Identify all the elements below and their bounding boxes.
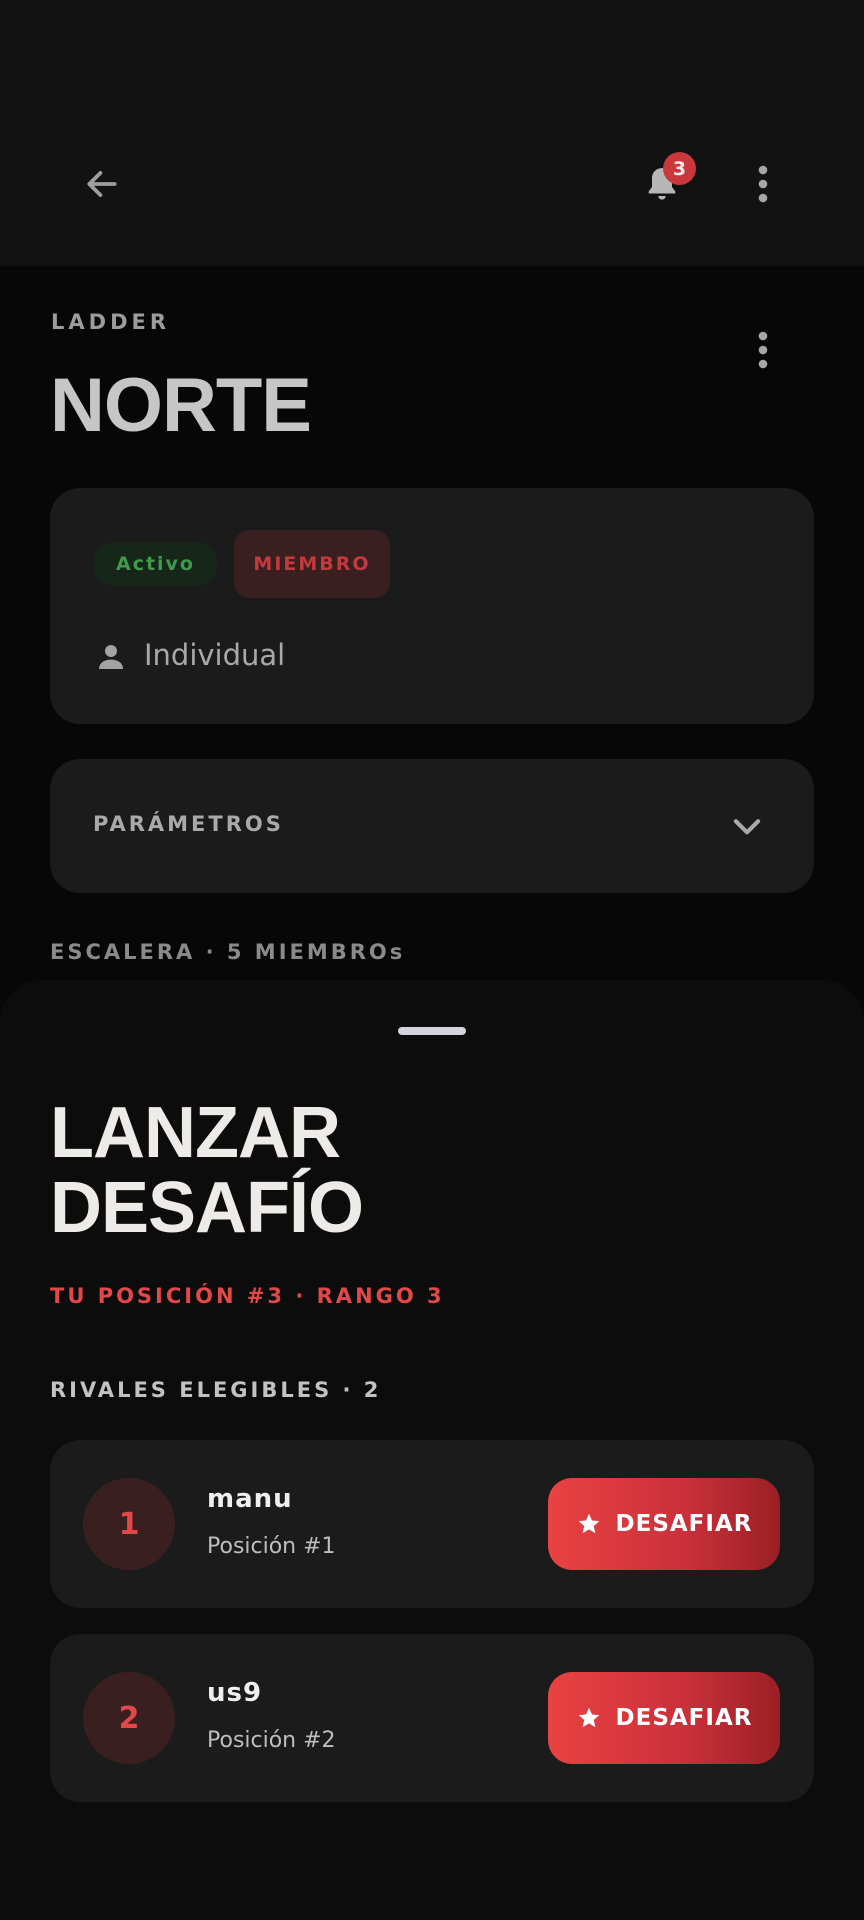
ladder-name: NORTE [50,363,312,448]
back-button[interactable] [70,152,134,216]
rival-card: 2 us9 Posición #2 DESAFIAR [50,1634,814,1802]
mode-label: Individual [144,638,286,672]
ladder-section-label: ESCALERA · 5 MIEMBROs [50,940,406,964]
rival-card: 1 manu Posición #1 DESAFIAR [50,1440,814,1608]
challenge-button[interactable]: DESAFIAR [548,1478,780,1570]
star-icon [578,1513,599,1534]
rivals-header: RIVALES ELEGIBLES · 2 [50,1378,382,1402]
sheet-title-line2: DESAFÍO [50,1168,364,1248]
sheet-title: LANZAR DESAFÍO [50,1093,364,1248]
challenge-button[interactable]: DESAFIAR [548,1672,780,1764]
ladder-more-button[interactable] [731,318,795,382]
notification-badge: 3 [663,152,696,185]
position-info: TU POSICIÓN #3 · RANGO 3 [50,1284,445,1308]
more-vertical-icon [758,331,768,369]
sheet-title-line1: LANZAR [50,1093,341,1173]
rival-name: us9 [207,1678,263,1708]
rank-badge: 1 [83,1478,175,1570]
role-chip: MIEMBRO [234,530,390,598]
header-more-button[interactable] [731,152,795,216]
parameters-label: PARÁMETROS [93,812,284,836]
person-icon [99,645,123,669]
more-vertical-icon [758,165,768,203]
star-icon [578,1707,599,1728]
rival-name: manu [207,1484,293,1514]
status-chip: Activo [93,542,218,586]
sheet-drag-handle[interactable] [398,1027,466,1035]
chevron-down-icon [733,819,761,835]
ladder-info-card: Activo MIEMBRO Individual [50,488,814,724]
ladder-eyebrow: LADDER [51,310,171,334]
app-header [0,0,864,266]
challenge-button-label: DESAFIAR [615,1705,753,1731]
parameters-card[interactable]: PARÁMETROS [50,759,814,893]
rival-position: Posición #2 [207,1728,336,1753]
rival-position: Posición #1 [207,1534,336,1559]
challenge-button-label: DESAFIAR [615,1511,753,1537]
back-arrow-icon [87,171,117,197]
rank-badge: 2 [83,1672,175,1764]
